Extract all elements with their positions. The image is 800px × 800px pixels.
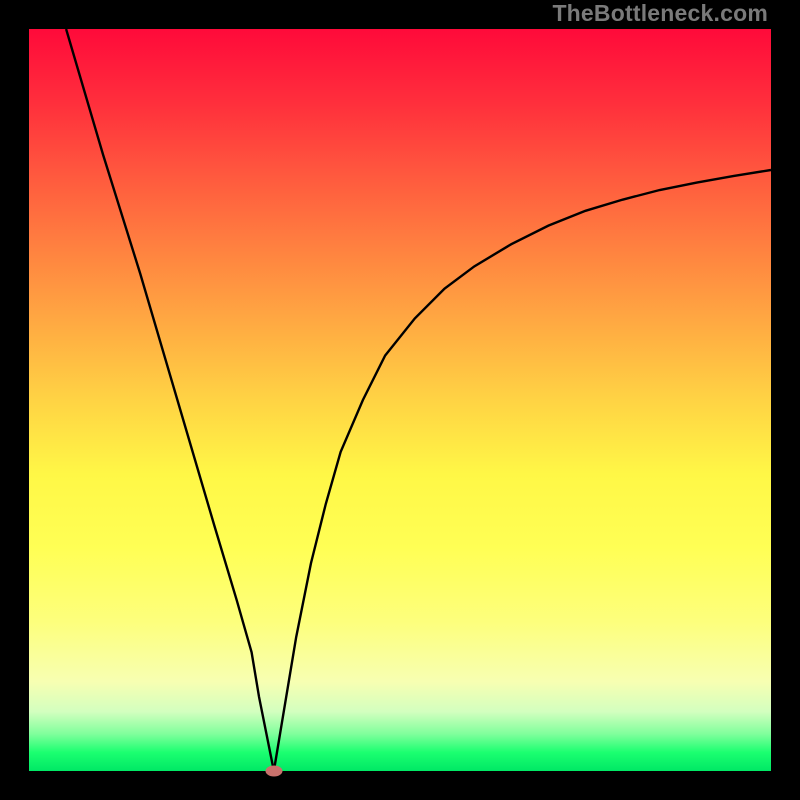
bottleneck-curve-left [66, 29, 274, 771]
curve-layer [29, 29, 771, 771]
chart-frame: TheBottleneck.com [0, 0, 800, 800]
watermark-label: TheBottleneck.com [552, 0, 768, 27]
bottleneck-curve-right [274, 170, 771, 771]
optimal-point-marker [265, 766, 282, 777]
plot-area [29, 29, 771, 771]
